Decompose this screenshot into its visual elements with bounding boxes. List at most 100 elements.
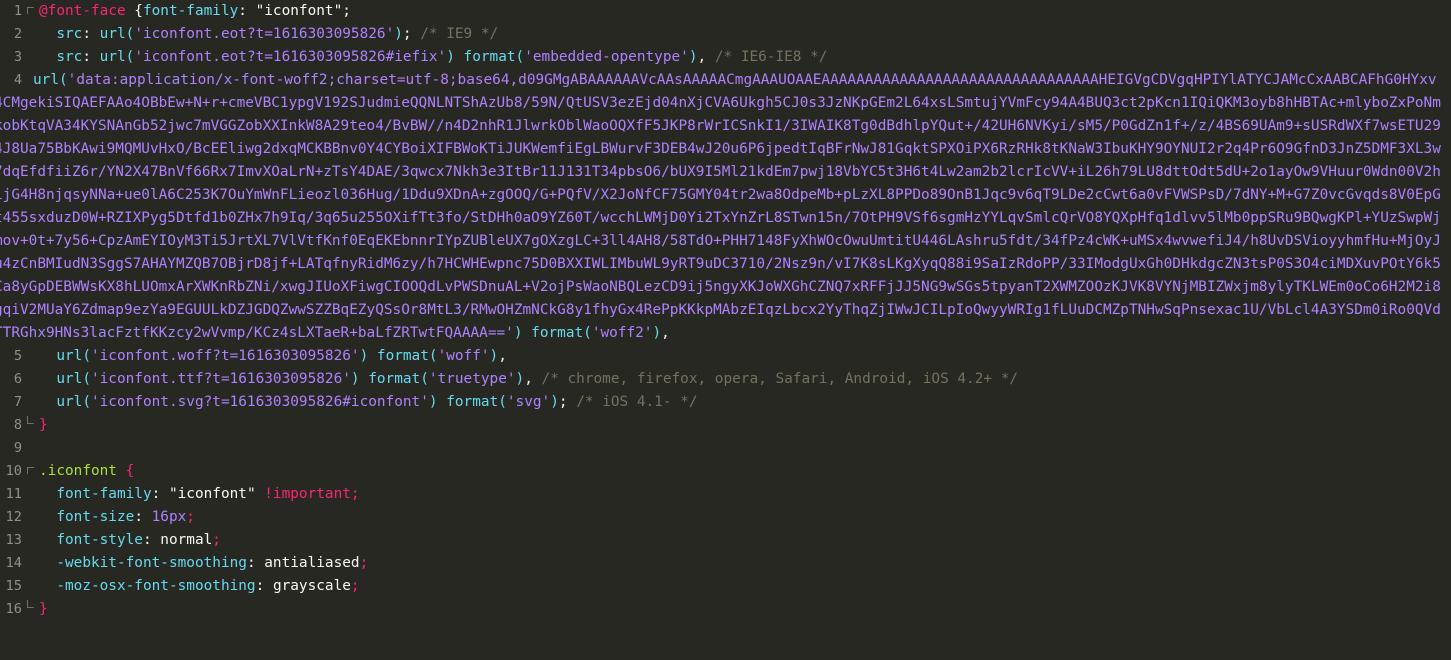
code-token: ; bbox=[350, 578, 360, 594]
code-token: ) bbox=[350, 371, 369, 387]
code-token: 'woff2' bbox=[591, 325, 653, 341]
code-line[interactable]: 15 -moz-osx-font-smoothing: grayscale; bbox=[0, 575, 1451, 598]
code-token: , bbox=[498, 348, 507, 364]
code-token: ) bbox=[446, 49, 464, 65]
code-line[interactable]: 13 font-style: normal; bbox=[0, 529, 1451, 552]
line-number: 12 bbox=[5, 509, 22, 525]
code-text: font-style: normal; bbox=[39, 529, 1445, 552]
code-token: ; bbox=[342, 3, 351, 19]
code-text: url('iconfont.woff?t=1616303095826') for… bbox=[39, 345, 1445, 368]
code-token: ; bbox=[212, 532, 221, 548]
code-token: 'svg' bbox=[506, 394, 551, 410]
code-token: ) bbox=[652, 325, 662, 341]
code-token: -webkit-font-smoothing bbox=[39, 555, 247, 571]
code-text: src: url('iconfont.eot?t=1616303095826')… bbox=[39, 23, 1445, 46]
code-line[interactable]: 1 @font-face {font-family: "iconfont"; bbox=[0, 0, 1451, 23]
code-token: { bbox=[116, 463, 135, 479]
code-line[interactable]: 8} bbox=[0, 414, 1451, 437]
code-line[interactable]: 10 .iconfont { bbox=[0, 460, 1451, 483]
code-line[interactable]: 4 url('data:application/x-font-woff2;cha… bbox=[0, 69, 1451, 345]
code-token: font-size bbox=[39, 509, 135, 525]
code-token: url( bbox=[99, 26, 135, 42]
line-number: 2 bbox=[13, 26, 22, 42]
code-token: 'woff' bbox=[437, 348, 490, 364]
code-token: ) bbox=[688, 49, 698, 65]
line-number: 16 bbox=[5, 601, 22, 617]
line-number: 5 bbox=[13, 348, 22, 364]
line-number: 3 bbox=[13, 49, 22, 65]
code-token: 'iconfont.woff?t=1616303095826' bbox=[90, 348, 360, 364]
code-token: 'iconfont.ttf?t=1616303095826' bbox=[90, 371, 351, 387]
code-line[interactable]: 11 font-family: "iconfont" !important; bbox=[0, 483, 1451, 506]
code-token: : bbox=[151, 486, 169, 502]
fold-end-icon bbox=[26, 598, 36, 621]
line-number: 15 bbox=[5, 578, 22, 594]
code-text: -webkit-font-smoothing: antialiased; bbox=[39, 552, 1445, 575]
code-token: ) bbox=[550, 394, 559, 410]
code-text: .iconfont { bbox=[39, 460, 1445, 483]
code-line[interactable]: 3 src: url('iconfont.eot?t=1616303095826… bbox=[0, 46, 1451, 69]
code-token: font-family bbox=[142, 3, 239, 19]
code-token: ) bbox=[489, 348, 499, 364]
code-token: @font-face bbox=[39, 3, 126, 19]
code-token: } bbox=[39, 601, 48, 617]
code-token: ; bbox=[359, 555, 369, 571]
code-token: src bbox=[39, 49, 83, 65]
code-text: font-family: "iconfont" !important; bbox=[39, 483, 1445, 506]
code-token: : bbox=[142, 532, 161, 548]
code-line[interactable]: 14 -webkit-font-smoothing: antialiased; bbox=[0, 552, 1451, 575]
code-token: src bbox=[39, 26, 83, 42]
fold-toggle-icon[interactable] bbox=[26, 460, 36, 483]
code-token: /* chrome, firefox, opera, Safari, Andro… bbox=[541, 371, 1019, 387]
code-line[interactable]: 9 bbox=[0, 437, 1451, 460]
fold-toggle-icon[interactable] bbox=[26, 0, 36, 23]
code-line[interactable]: 6 url('iconfont.ttf?t=1616303095826') fo… bbox=[0, 368, 1451, 391]
code-token: 'embedded-opentype' bbox=[524, 49, 689, 65]
code-line[interactable]: 5 url('iconfont.woff?t=1616303095826') f… bbox=[0, 345, 1451, 368]
code-token: : bbox=[134, 509, 152, 525]
code-token: ) bbox=[359, 348, 377, 364]
code-text: font-size: 16px; bbox=[39, 506, 1445, 529]
code-token: "iconfont" bbox=[168, 486, 256, 502]
code-token: url( bbox=[99, 49, 135, 65]
line-number: 14 bbox=[5, 555, 22, 571]
code-token: url( bbox=[39, 348, 91, 364]
code-token: ; bbox=[402, 26, 421, 42]
code-token: ) bbox=[394, 26, 403, 42]
code-token: : bbox=[255, 578, 273, 594]
code-token: antialiased bbox=[264, 555, 360, 571]
code-token: ; bbox=[558, 394, 577, 410]
code-editor[interactable]: 1 @font-face {font-family: "iconfont"; 2 s… bbox=[0, 0, 1451, 660]
code-token: ) bbox=[515, 371, 525, 387]
code-token: font-family bbox=[39, 486, 152, 502]
code-text: @font-face {font-family: "iconfont"; bbox=[39, 0, 1445, 23]
code-token: normal bbox=[160, 532, 213, 548]
code-line[interactable]: 7 url('iconfont.svg?t=1616303095826#icon… bbox=[0, 391, 1451, 414]
code-text: url('iconfont.ttf?t=1616303095826') form… bbox=[39, 368, 1445, 391]
line-number: 4 bbox=[13, 72, 22, 88]
code-token: /* IE9 */ bbox=[420, 26, 499, 42]
code-token: { bbox=[125, 3, 143, 19]
code-token: : bbox=[238, 3, 256, 19]
code-token: 'iconfont.eot?t=1616303095826' bbox=[134, 26, 395, 42]
code-line[interactable]: 16} bbox=[0, 598, 1451, 621]
code-token: ; bbox=[350, 486, 360, 502]
code-token: format( bbox=[446, 394, 507, 410]
code-line[interactable]: 2 src: url('iconfont.eot?t=1616303095826… bbox=[0, 23, 1451, 46]
code-line[interactable]: 12 font-size: 16px; bbox=[0, 506, 1451, 529]
line-number: 7 bbox=[13, 394, 22, 410]
code-token: : bbox=[246, 555, 265, 571]
code-token: /* IE6-IE8 */ bbox=[714, 49, 828, 65]
code-token: 'iconfont.eot?t=1616303095826#iefix' bbox=[134, 49, 447, 65]
code-token: 'data:application/x-font-woff2;charset=u… bbox=[0, 72, 1441, 341]
line-number: 10 bbox=[5, 463, 22, 479]
line-number: 13 bbox=[5, 532, 22, 548]
code-token: -moz-osx-font-smoothing bbox=[39, 578, 256, 594]
code-token: , bbox=[697, 49, 715, 65]
line-number: 8 bbox=[13, 417, 22, 433]
code-token: 'truetype' bbox=[428, 371, 516, 387]
code-token: url( bbox=[39, 394, 91, 410]
code-text: url('iconfont.svg?t=1616303095826#iconfo… bbox=[39, 391, 1445, 414]
code-token: ; bbox=[186, 509, 195, 525]
code-token: .iconfont bbox=[39, 463, 117, 479]
